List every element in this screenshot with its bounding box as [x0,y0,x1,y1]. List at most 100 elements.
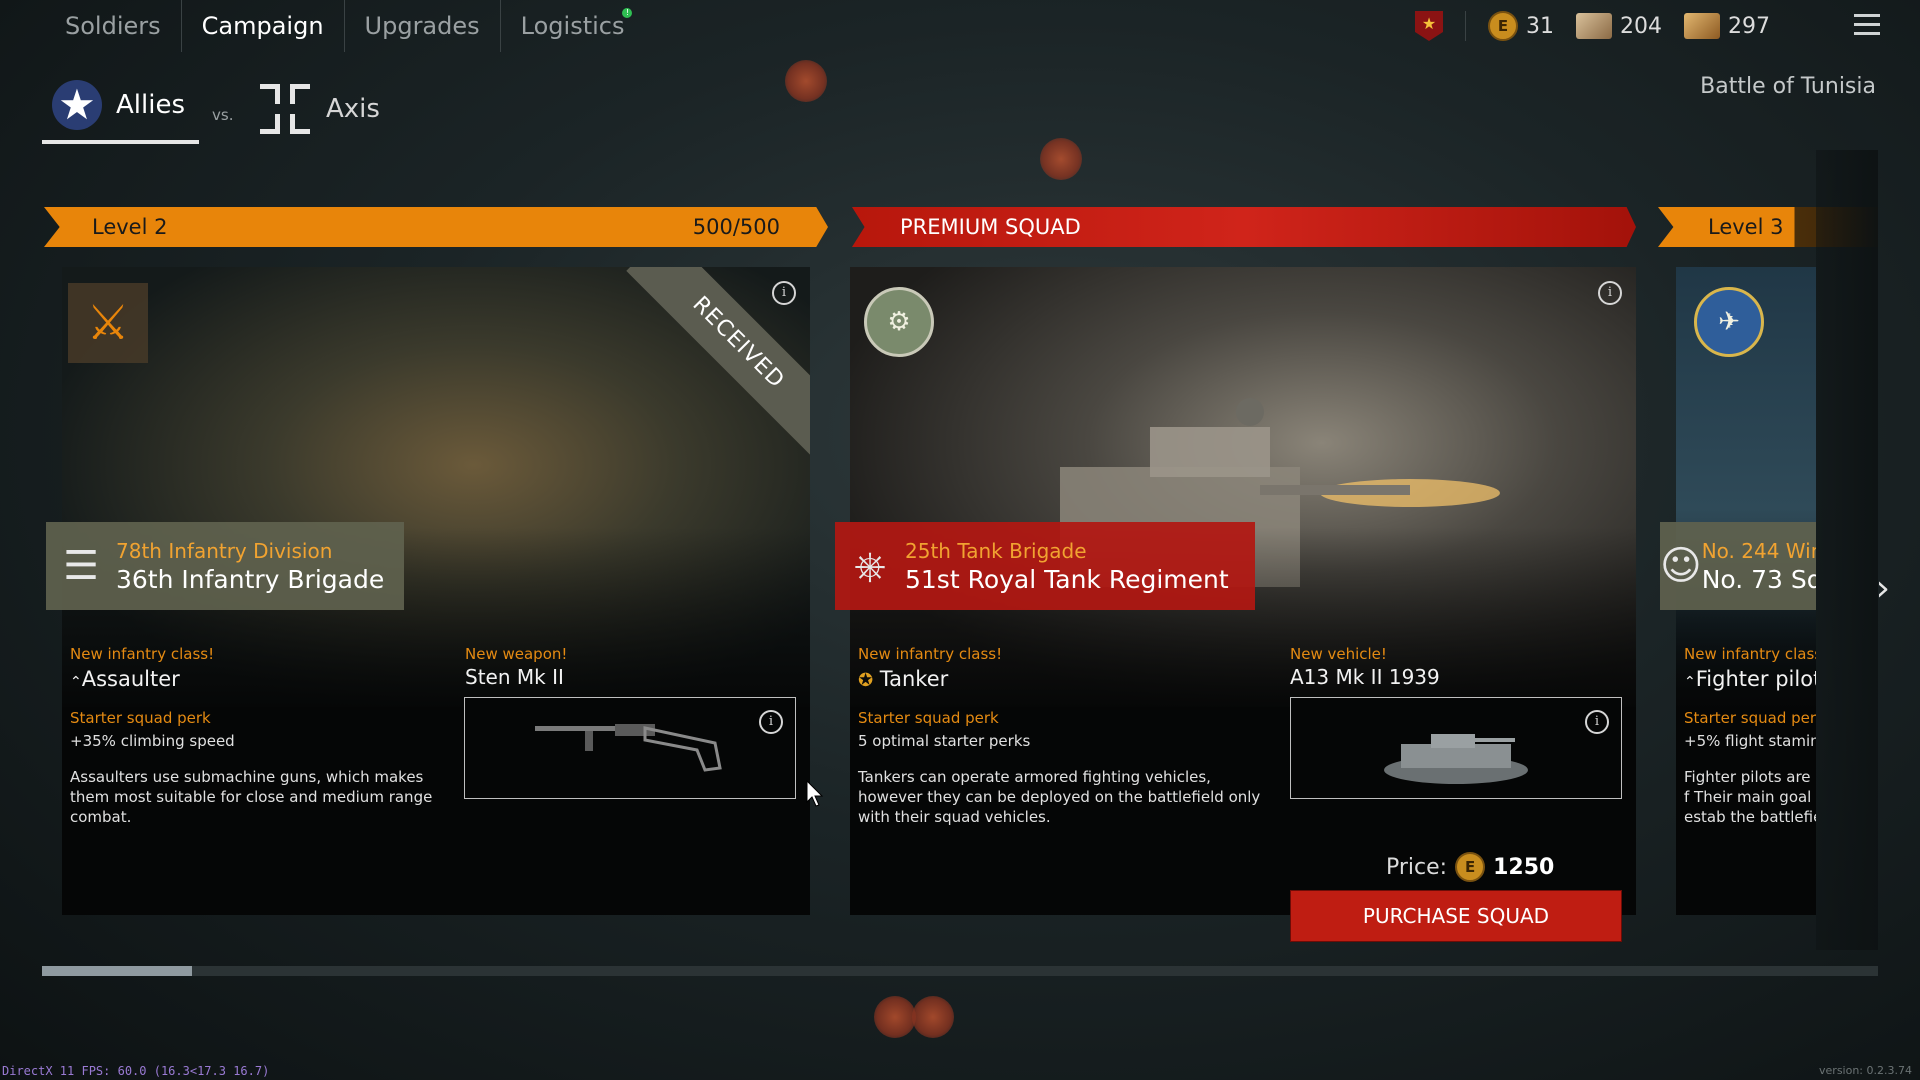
sten-gun-icon [535,724,722,772]
carousel-fade-edge [1816,150,1878,950]
weapon-name: Sten Mk II [465,665,564,689]
version-label: version: 0.2.3.74 [1819,1064,1912,1077]
gold-amount: 31 [1526,13,1554,39]
class-name-text: Tanker [879,667,949,691]
fps-counter: DirectX 11 FPS: 60.0 (16.3<17.3 16.7) [2,1064,270,1078]
division-axe-emblem-icon: ⚔ [68,283,148,363]
perk-label: Starter squad perk [858,709,999,727]
info-icon[interactable]: i [772,281,796,305]
unit-band-fighter: ☺ No. 244 Win No. 73 Squ [1660,522,1816,610]
class-name: ✪ Tanker [858,667,949,691]
divider [1465,11,1466,41]
silver-cards-icon [1576,13,1612,39]
gold-cards-icon [1684,13,1720,39]
perk-label: Starter squad perk [70,709,211,727]
level-progress: 500/500 [692,215,780,239]
class-name: ⌃Assaulter [70,667,180,691]
weapon-preview[interactable]: i [464,697,796,799]
cards-currency-b[interactable]: 297 [1684,13,1770,39]
division-name: No. 244 Win [1701,538,1816,563]
tab-label: Upgrades [364,12,480,40]
notification-badge: ! [622,8,633,18]
regiment-name: 36th Infantry Brigade [116,564,385,594]
gold-coin-icon: E [1488,11,1518,41]
perk-text: 5 optimal starter perks [858,732,1031,750]
horizontal-scrollbar[interactable] [42,966,1878,976]
battle-title: Battle of Tunisia [1700,74,1876,99]
gold-coin-icon: E [1455,852,1486,882]
bokeh-light [1040,138,1082,180]
class-description: Fighter pilots are good at f Their main … [1684,768,1816,826]
vehicle-name: A13 Mk II 1939 [1290,665,1440,689]
bokeh-light [912,996,954,1038]
new-class-label: New infantry class! [70,645,215,663]
tab-label: Campaign [201,12,324,40]
perk-value: +5% flight stamina regenera [1684,731,1816,751]
perk-text: climbing speed [120,732,235,750]
class-name-text: Fighter pilot [1695,667,1816,691]
roster-list-icon: ☰ [63,543,99,589]
class-description: Tankers can operate armored fighting veh… [858,768,1261,826]
new-weapon-label: New weapon! [465,645,568,663]
faction-allies[interactable]: ★ Allies [42,80,199,144]
new-vehicle-label: New vehicle! [1290,645,1387,663]
currency-bar: ★ E 31 204 297 [1415,0,1770,52]
class-description: Assaulters use submachine guns, which ma… [70,768,433,826]
premium-label: PREMIUM SQUAD [900,215,1081,239]
info-icon[interactable]: i [759,710,783,734]
allies-star-icon: ★ [52,80,102,130]
tab-soldiers[interactable]: Soldiers [45,0,182,52]
level-2-header: Level 2 500/500 [44,207,828,247]
division-name: 78th Infantry Division [116,538,333,563]
cards-b-amount: 297 [1728,13,1770,39]
squadron-badge-icon: ✈ [1694,287,1764,357]
perk-amount: +5% [1684,732,1721,750]
regiment-name: 51st Royal Tank Regiment [905,564,1229,594]
gold-currency[interactable]: E 31 [1488,11,1554,41]
pilot-helmet-icon: ☺ [1660,543,1702,589]
new-class-label: New infantry class! [1684,645,1816,663]
faction-axis[interactable]: Axis [260,84,380,134]
tab-logistics[interactable]: Logistics! [501,0,645,52]
class-name: ⌃Fighter pilot [1684,667,1816,691]
perk-label: Starter squad perk [1684,709,1816,727]
class-name-text: Assaulter [81,667,180,691]
chevron-right-icon[interactable]: › [1876,568,1890,609]
steering-wheel-icon: ⎈ [854,543,886,589]
bokeh-light [785,60,827,102]
tab-campaign[interactable]: Campaign [182,0,345,52]
tab-label: Logistics [520,12,625,40]
unit-names: 78th Infantry Division 36th Infantry Bri… [116,539,384,594]
versus-label: vs. [212,106,234,124]
unit-band-infantry: ☰ 78th Infantry Division 36th Infantry B… [46,522,404,610]
tank-thumbnail-icon [1384,734,1528,784]
price-label: Price: [1386,854,1448,880]
axis-label: Axis [326,94,380,124]
unit-band-tank: ⎈ 25th Tank Brigade 51st Royal Tank Regi… [835,522,1255,610]
division-name: 25th Tank Brigade [905,538,1087,563]
cards-currency-a[interactable]: 204 [1576,13,1662,39]
menu-icon[interactable] [1854,14,1880,36]
vehicle-preview[interactable]: i [1290,697,1622,799]
rank-star-icon[interactable]: ★ [1415,11,1443,41]
level-label: Level 2 [92,215,168,239]
level-label: Level 3 [1708,215,1784,239]
mouse-cursor-icon [806,780,824,807]
unit-names: 25th Tank Brigade 51st Royal Tank Regime… [905,539,1229,594]
tab-upgrades[interactable]: Upgrades [345,0,501,52]
perk-value: +35% climbing speed [70,731,235,751]
info-icon[interactable]: i [1598,281,1622,305]
premium-squad-header: PREMIUM SQUAD [852,207,1636,247]
info-icon[interactable]: i [1585,710,1609,734]
faction-selector: ★ Allies [42,80,199,144]
axis-cross-icon [260,84,310,134]
perk-amount: +35% [70,732,116,750]
tab-label: Soldiers [65,12,161,40]
squad-price: Price: E 1250 [1386,852,1554,882]
tank-regiment-badge-icon: ⚙ [864,287,934,357]
bokeh-light [874,996,916,1038]
purchase-squad-button[interactable]: PURCHASE SQUAD [1290,890,1622,942]
regiment-name: No. 73 Squ [1701,564,1816,594]
scrollbar-thumb[interactable] [42,966,192,976]
perk-text: flight stamina regenera [1725,732,1816,750]
